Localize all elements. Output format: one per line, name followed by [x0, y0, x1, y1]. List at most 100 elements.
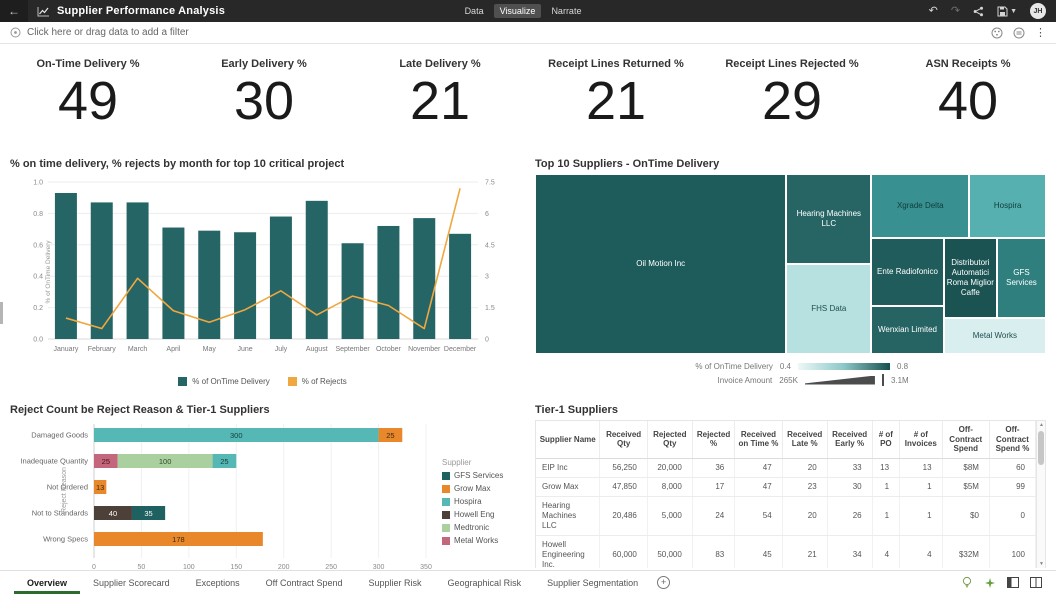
canvas-tab-supplier-risk[interactable]: Supplier Risk	[356, 571, 435, 594]
treemap-tile[interactable]: Oil Motion Inc	[535, 174, 786, 354]
column-header[interactable]: # of PO	[872, 421, 899, 458]
avatar[interactable]: JH	[1030, 3, 1046, 19]
top-bar: ← Supplier Performance Analysis Data Vis…	[0, 0, 1056, 22]
canvas-settings-icon[interactable]	[991, 27, 1003, 39]
legend-item[interactable]: Grow Max	[442, 484, 512, 493]
scrollbar-thumb[interactable]	[1038, 431, 1044, 465]
table-row[interactable]: Howell Engineering Inc.60,00050,00083452…	[536, 535, 1036, 568]
auto-insights-sparkle-icon[interactable]	[984, 577, 996, 589]
table-row[interactable]: EIP Inc56,25020,000364720331313$8M60	[536, 458, 1036, 477]
scroll-down-icon[interactable]: ▼	[1037, 561, 1046, 567]
legend-item[interactable]: % of OnTime Delivery	[178, 377, 270, 386]
ontime-bar[interactable]	[306, 201, 328, 339]
combo-chart[interactable]: 0.00.20.40.60.81.001.534.567.5JanuaryFeb…	[10, 174, 515, 370]
size-legend-label: Invoice Amount	[672, 376, 772, 385]
column-header[interactable]: Off-Contract Spend %	[989, 421, 1035, 458]
canvas-tab-geographical-risk[interactable]: Geographical Risk	[435, 571, 535, 594]
column-header[interactable]: # of Invoices	[900, 421, 942, 458]
treemap-tile[interactable]: Hospira	[969, 174, 1046, 238]
kpi-value: 49	[0, 70, 176, 132]
ontime-bar[interactable]	[377, 226, 399, 339]
back-button[interactable]: ←	[0, 0, 28, 22]
ontime-bar[interactable]	[55, 193, 77, 339]
svg-text:July: July	[275, 346, 288, 353]
table-scrollbar[interactable]: ▲ ▼	[1036, 421, 1045, 568]
legend-item[interactable]: % of Rejects	[288, 377, 347, 386]
presentation-mode-icon[interactable]	[1013, 27, 1025, 39]
ontime-bar[interactable]	[127, 202, 149, 339]
table-header-row: Supplier NameReceived QtyRejected QtyRej…	[536, 421, 1036, 458]
share-icon[interactable]	[973, 6, 984, 17]
svg-text:November: November	[408, 346, 441, 353]
filter-bar[interactable]: Click here or drag data to add a filter …	[0, 22, 1056, 44]
treemap-tile[interactable]: Distributori Automatici Roma Miglior Caf…	[944, 238, 997, 318]
column-header[interactable]: Received on Time %	[735, 421, 782, 458]
kpi-asn-receipts[interactable]: ASN Receipts % 40	[880, 58, 1056, 156]
tab-narrate[interactable]: Narrate	[545, 4, 587, 18]
column-header[interactable]: Received Qty	[600, 421, 647, 458]
ontime-bar[interactable]	[413, 218, 435, 339]
legend-swatch	[442, 524, 450, 532]
size-legend-max: 3.1M	[891, 376, 909, 385]
save-button[interactable]: ▼	[997, 6, 1017, 17]
column-header[interactable]: Received Early %	[827, 421, 872, 458]
treemap-tile[interactable]: GFS Services	[997, 238, 1046, 318]
treemap-tile[interactable]: Metal Works	[944, 318, 1046, 354]
column-header[interactable]: Rejected %	[692, 421, 734, 458]
legend-item[interactable]: Howell Eng	[442, 510, 512, 519]
table-cell: 99	[989, 477, 1035, 496]
kpi-value: 30	[176, 70, 352, 132]
svg-text:100: 100	[159, 457, 172, 466]
column-header[interactable]: Received Late %	[782, 421, 827, 458]
kpi-on-time-delivery[interactable]: On-Time Delivery % 49	[0, 58, 176, 156]
svg-text:% of OnTime Delivery: % of OnTime Delivery	[45, 240, 52, 304]
undo-icon[interactable]: ↶	[929, 6, 938, 17]
legend-item[interactable]: Medtronic	[442, 523, 512, 532]
table-row[interactable]: Hearing Machines LLC20,4865,000245420261…	[536, 496, 1036, 535]
tab-data[interactable]: Data	[459, 4, 490, 18]
layout-panel-left-icon[interactable]	[1007, 577, 1019, 588]
canvas-tab-exceptions[interactable]: Exceptions	[183, 571, 253, 594]
table-cell: 26	[827, 496, 872, 535]
kpi-receipt-lines-returned[interactable]: Receipt Lines Returned % 21	[528, 58, 704, 156]
filter-prompt[interactable]: Click here or drag data to add a filter	[27, 27, 189, 38]
treemap-tile[interactable]: FHS Data	[786, 264, 871, 354]
reject-chart[interactable]: 050100150200250300350Damaged Goods30025I…	[10, 420, 442, 570]
kpi-early-delivery[interactable]: Early Delivery % 30	[176, 58, 352, 156]
legend-item[interactable]: Hospira	[442, 497, 512, 506]
table-row[interactable]: Grow Max47,8508,0001747233011$5M99	[536, 477, 1036, 496]
canvas-tab-supplier-scorecard[interactable]: Supplier Scorecard	[80, 571, 183, 594]
kpi-value: 21	[528, 70, 704, 132]
more-options-icon[interactable]: ⋮	[1035, 26, 1046, 39]
canvas-tab-off-contract-spend[interactable]: Off Contract Spend	[253, 571, 356, 594]
kpi-late-delivery[interactable]: Late Delivery % 21	[352, 58, 528, 156]
legend-item[interactable]: Metal Works	[442, 536, 512, 545]
scroll-up-icon[interactable]: ▲	[1037, 422, 1046, 428]
column-header[interactable]: Supplier Name	[536, 421, 600, 458]
treemap-tile[interactable]: Xgrade Delta	[871, 174, 969, 238]
insights-lightbulb-icon[interactable]	[961, 576, 973, 589]
tab-visualize[interactable]: Visualize	[494, 4, 542, 18]
table-cell: 20	[782, 496, 827, 535]
ontime-bar[interactable]	[342, 243, 364, 339]
ontime-bar[interactable]	[270, 217, 292, 339]
column-header[interactable]: Off-Contract Spend	[942, 421, 989, 458]
column-header[interactable]: Rejected Qty	[647, 421, 692, 458]
treemap-tile[interactable]: Wenxian Limited	[871, 306, 944, 354]
canvas-tab-overview[interactable]: Overview	[14, 571, 80, 594]
save-caret-icon[interactable]: ▼	[1010, 8, 1017, 15]
add-canvas-icon[interactable]: +	[657, 576, 670, 589]
legend-label: GFS Services	[454, 471, 503, 480]
ontime-bar[interactable]	[162, 228, 184, 339]
legend-item[interactable]: GFS Services	[442, 471, 512, 480]
panel-collapse-handle[interactable]	[0, 302, 3, 324]
canvas-tab-supplier-segmentation[interactable]: Supplier Segmentation	[534, 571, 651, 594]
treemap-tile[interactable]: Hearing Machines LLC	[786, 174, 871, 264]
kpi-receipt-lines-rejected[interactable]: Receipt Lines Rejected % 29	[704, 58, 880, 156]
layout-split-icon[interactable]	[1030, 577, 1042, 588]
ontime-bar[interactable]	[449, 234, 471, 339]
ontime-bar[interactable]	[234, 232, 256, 339]
color-legend-max: 0.8	[897, 362, 908, 371]
treemap-tile[interactable]: Ente Radiofonico	[871, 238, 944, 306]
table-cell: 21	[782, 535, 827, 568]
